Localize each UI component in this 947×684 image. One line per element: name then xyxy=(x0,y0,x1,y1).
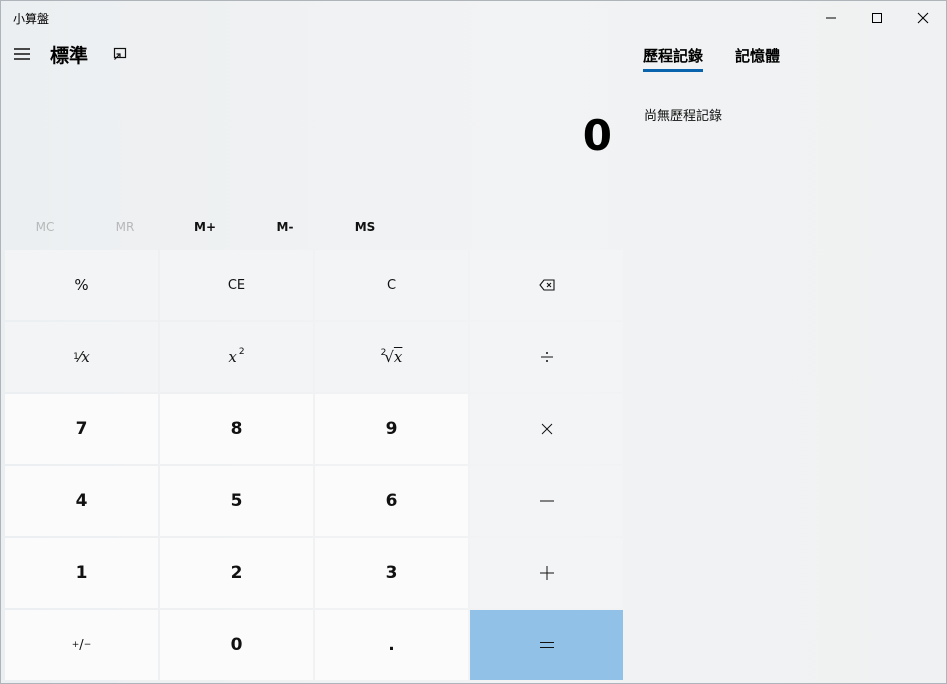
minus-icon xyxy=(539,500,554,502)
decimal-button[interactable]: . xyxy=(315,610,468,680)
history-empty-message: 尚無歷程記錄 xyxy=(644,109,723,124)
subtract-button[interactable] xyxy=(470,466,623,536)
reciprocal-variable: x xyxy=(81,348,90,366)
keep-on-top-button[interactable] xyxy=(111,45,129,63)
memory-add-button[interactable]: M+ xyxy=(165,211,245,243)
digit-6-button[interactable]: 6 xyxy=(315,466,468,536)
negate-plus: + xyxy=(71,640,80,650)
hamburger-icon xyxy=(14,48,30,60)
tab-history[interactable]: 歷程記錄 xyxy=(643,45,703,66)
keypad: % CE C 1 ⁄ x x2 2 √ x 7 8 9 4 5 6 1 2 3 … xyxy=(5,250,623,680)
maximize-button[interactable] xyxy=(854,1,900,35)
memory-subtract-button[interactable]: M- xyxy=(245,211,325,243)
square-exponent: 2 xyxy=(238,347,245,357)
percent-label: % xyxy=(74,276,89,294)
memory-row: MC MR M+ M- MS xyxy=(5,211,405,243)
digit-8-button[interactable]: 8 xyxy=(160,394,313,464)
digit-9-button[interactable]: 9 xyxy=(315,394,468,464)
active-tab-indicator xyxy=(643,69,703,72)
memory-recall-button[interactable]: MR xyxy=(85,211,165,243)
divide-button[interactable] xyxy=(470,322,623,392)
mode-title: 標準 xyxy=(50,45,89,67)
digit-2-label: 2 xyxy=(230,563,243,583)
digit-2-button[interactable]: 2 xyxy=(160,538,313,608)
digit-1-label: 1 xyxy=(75,563,88,583)
negate-minus: − xyxy=(83,640,92,650)
negate-button[interactable]: + / − xyxy=(5,610,158,680)
keep-on-top-icon xyxy=(113,47,127,60)
digit-7-label: 7 xyxy=(75,419,88,439)
digit-0-label: 0 xyxy=(230,635,243,655)
square-variable: x xyxy=(228,348,237,366)
close-icon xyxy=(917,12,929,24)
backspace-button[interactable] xyxy=(470,250,623,320)
memory-clear-button[interactable]: MC xyxy=(5,211,85,243)
minimize-button[interactable] xyxy=(808,1,854,35)
square-button[interactable]: x2 xyxy=(160,322,313,392)
clear-label: C xyxy=(386,277,397,293)
app-title: 小算盤 xyxy=(13,12,50,26)
result-display: 0 xyxy=(582,111,612,160)
digit-9-label: 9 xyxy=(385,419,398,439)
tab-memory[interactable]: 記憶體 xyxy=(735,45,780,66)
minimize-icon xyxy=(826,17,836,19)
decimal-label: . xyxy=(388,635,395,655)
navigation-menu-button[interactable] xyxy=(11,45,33,63)
digit-5-button[interactable]: 5 xyxy=(160,466,313,536)
maximize-icon xyxy=(872,13,882,23)
digit-4-button[interactable]: 4 xyxy=(5,466,158,536)
calculator-window: 小算盤 標準 0 MC MR M+ M- MS % CE C 1 ⁄ x x 2… xyxy=(0,0,947,684)
square-root-button[interactable]: 2 √ x xyxy=(315,322,468,392)
digit-1-button[interactable]: 1 xyxy=(5,538,158,608)
title-bar[interactable]: 小算盤 xyxy=(1,1,946,35)
digit-7-button[interactable]: 7 xyxy=(5,394,158,464)
root-index: 2 xyxy=(380,348,387,358)
clear-entry-label: CE xyxy=(227,277,246,293)
multiply-button[interactable] xyxy=(470,394,623,464)
digit-4-label: 4 xyxy=(75,491,88,511)
digit-3-button[interactable]: 3 xyxy=(315,538,468,608)
backspace-icon xyxy=(538,279,555,291)
clear-entry-button[interactable]: CE xyxy=(160,250,313,320)
memory-store-button[interactable]: MS xyxy=(325,211,405,243)
multiply-icon xyxy=(541,423,552,435)
digit-5-label: 5 xyxy=(230,491,243,511)
close-button[interactable] xyxy=(900,1,946,35)
plus-icon xyxy=(539,566,554,580)
digit-3-label: 3 xyxy=(385,563,398,583)
divide-icon xyxy=(540,352,553,362)
digit-8-label: 8 xyxy=(230,419,243,439)
percent-button[interactable]: % xyxy=(5,250,158,320)
digit-0-button[interactable]: 0 xyxy=(160,610,313,680)
root-variable: x xyxy=(393,348,403,366)
digit-6-label: 6 xyxy=(385,491,398,511)
equals-icon xyxy=(539,642,554,648)
add-button[interactable] xyxy=(470,538,623,608)
clear-button[interactable]: C xyxy=(315,250,468,320)
equals-button[interactable] xyxy=(470,610,623,680)
reciprocal-button[interactable]: 1 ⁄ x xyxy=(5,322,158,392)
